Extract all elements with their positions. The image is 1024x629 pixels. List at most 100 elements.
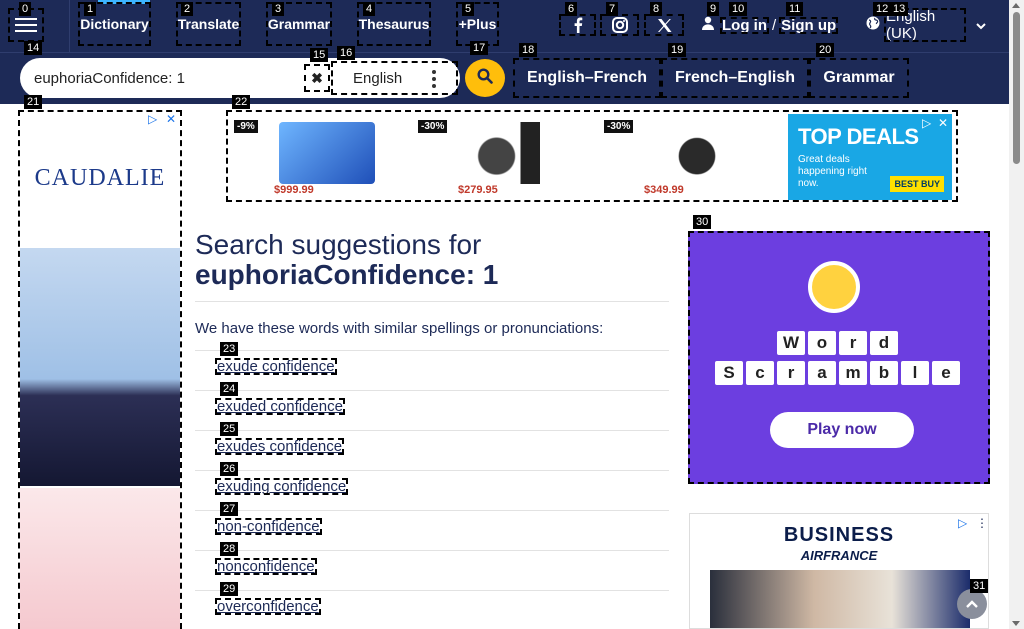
- top-banner-advertisement[interactable]: -9% $999.99 -30% $279.95 -30% $349.99 ▷ …: [226, 110, 958, 202]
- index-badge: 31: [970, 579, 989, 593]
- instagram-icon[interactable]: [600, 14, 639, 36]
- page-scrollbar[interactable]: [1009, 0, 1024, 629]
- index-badge: 16: [337, 46, 356, 60]
- index-badge: 17: [470, 41, 489, 55]
- suggestion-link[interactable]: exudes confidence: [215, 438, 345, 455]
- dictionary-selector-label: English: [353, 69, 403, 87]
- signup-link[interactable]: Sign up: [779, 16, 839, 34]
- adchoices-icon[interactable]: ▷: [922, 116, 931, 130]
- letter-tile: c: [746, 361, 774, 385]
- login-link[interactable]: Log in: [720, 16, 769, 34]
- left-advertisement[interactable]: ▷ ✕ CAUDALIE: [18, 110, 182, 629]
- close-icon: ✖: [311, 69, 323, 86]
- index-badge: 28: [220, 542, 239, 556]
- language-selector[interactable]: English (UK): [866, 8, 986, 42]
- letter-tile: e: [932, 361, 960, 385]
- close-ad-icon[interactable]: ✕: [938, 116, 948, 130]
- suggestion-link[interactable]: non-confidence: [215, 518, 322, 535]
- index-badge: 19: [668, 43, 687, 57]
- index-badge: 18: [519, 43, 538, 57]
- word-scramble-advertisement[interactable]: Word Scramble Play now: [688, 231, 990, 484]
- best-buy-logo: BEST BUY: [890, 176, 944, 192]
- product-price: $999.99: [274, 184, 314, 196]
- suggestion-link[interactable]: exude confidence: [215, 358, 337, 375]
- adchoices-icon[interactable]: ▷: [148, 112, 157, 126]
- scroll-to-top-button[interactable]: [957, 589, 987, 619]
- letter-tile: r: [777, 361, 805, 385]
- letter-tile: W: [777, 331, 805, 355]
- discount-badge: -9%: [234, 120, 258, 133]
- index-badge: 5: [462, 2, 475, 16]
- index-badge: 2: [181, 2, 194, 16]
- top-deals-panel[interactable]: ▷ ✕ TOP DEALS Great deals happening righ…: [788, 114, 952, 200]
- letter-tile: d: [870, 331, 898, 355]
- airfrance-advertisement[interactable]: ▷ ⋮ BUSINESS AIRFRANCE: [689, 513, 989, 629]
- suggestion-link[interactable]: nonconfidence: [215, 558, 317, 575]
- index-badge: 7: [606, 2, 619, 16]
- suggestions-intro: We have these words with similar spellin…: [195, 320, 604, 337]
- headphones-image: [463, 122, 559, 184]
- index-badge: 25: [220, 422, 239, 436]
- menu-icon: [15, 18, 37, 20]
- product-price: $349.99: [644, 184, 684, 196]
- stopwatch-icon: [808, 261, 860, 313]
- dictionary-selector[interactable]: English: [331, 61, 458, 95]
- index-badge: 13: [890, 2, 909, 16]
- discount-badge: -30%: [418, 120, 448, 133]
- index-badge: 4: [363, 2, 376, 16]
- page-title: Search suggestions for euphoriaConfidenc…: [195, 230, 669, 290]
- ad-brand-logo: CAUDALIE: [34, 165, 166, 191]
- index-badge: 1: [84, 2, 97, 16]
- ad-product-headphones-2[interactable]: -30% $349.99: [604, 116, 774, 196]
- index-badge: 15: [310, 48, 329, 62]
- ad-product-headphones[interactable]: -30% $279.95: [418, 116, 588, 196]
- index-badge: 6: [565, 2, 578, 16]
- user-icon: [702, 16, 714, 34]
- top-deals-subtitle: Great deals happening right now.: [798, 154, 867, 189]
- suggestion-link[interactable]: exuded confidence: [215, 398, 345, 415]
- letter-tile: m: [839, 361, 867, 385]
- suggestion-link[interactable]: exuding confidence: [215, 478, 349, 495]
- discount-badge: -30%: [604, 120, 634, 133]
- index-badge: 0: [19, 2, 32, 16]
- index-badge: 3: [272, 2, 285, 16]
- suggestion-link[interactable]: overconfidence: [215, 598, 321, 615]
- letter-tile: b: [870, 361, 898, 385]
- play-now-button[interactable]: Play now: [770, 412, 914, 448]
- index-badge: 26: [220, 462, 239, 476]
- letter-tile: l: [901, 361, 929, 385]
- letter-tile: r: [839, 331, 867, 355]
- chevron-down-icon: [976, 17, 986, 34]
- index-badge: 27: [220, 502, 239, 516]
- headphones-image: [649, 122, 745, 184]
- index-badge: 12: [873, 2, 892, 16]
- index-badge: 14: [24, 41, 43, 55]
- facebook-icon[interactable]: [559, 14, 596, 36]
- search-input[interactable]: [34, 66, 304, 90]
- letter-tile: a: [808, 361, 836, 385]
- tab-grammar[interactable]: Grammar: [809, 58, 909, 98]
- laptop-image: [279, 122, 375, 184]
- search-icon: [477, 67, 493, 89]
- close-ad-icon[interactable]: ✕: [166, 112, 176, 126]
- product-price: $279.95: [458, 184, 498, 196]
- ad-product-laptop[interactable]: -9% $999.99: [234, 116, 404, 196]
- top-deals-title: TOP DEALS: [798, 124, 919, 149]
- index-badge: 29: [220, 582, 239, 596]
- letter-tile: o: [808, 331, 836, 355]
- x-twitter-icon[interactable]: [644, 14, 684, 36]
- index-badge: 8: [650, 2, 663, 16]
- clear-search-button[interactable]: ✖: [304, 64, 330, 92]
- scrollbar-thumb[interactable]: [1013, 12, 1020, 164]
- tab-french-english[interactable]: French–English: [661, 58, 809, 98]
- index-badge: 23: [220, 342, 239, 356]
- index-badge: 22: [232, 95, 251, 109]
- index-badge: 30: [693, 215, 712, 229]
- ad-brand-logo: AIRFRANCE: [800, 548, 878, 563]
- tab-english-french[interactable]: English–French: [513, 58, 661, 98]
- index-badge: 10: [729, 2, 748, 16]
- letter-tile: S: [715, 361, 743, 385]
- ad-image: [710, 570, 970, 628]
- search-button[interactable]: [465, 59, 505, 97]
- page-title-term: euphoriaConfidence: 1: [195, 259, 499, 290]
